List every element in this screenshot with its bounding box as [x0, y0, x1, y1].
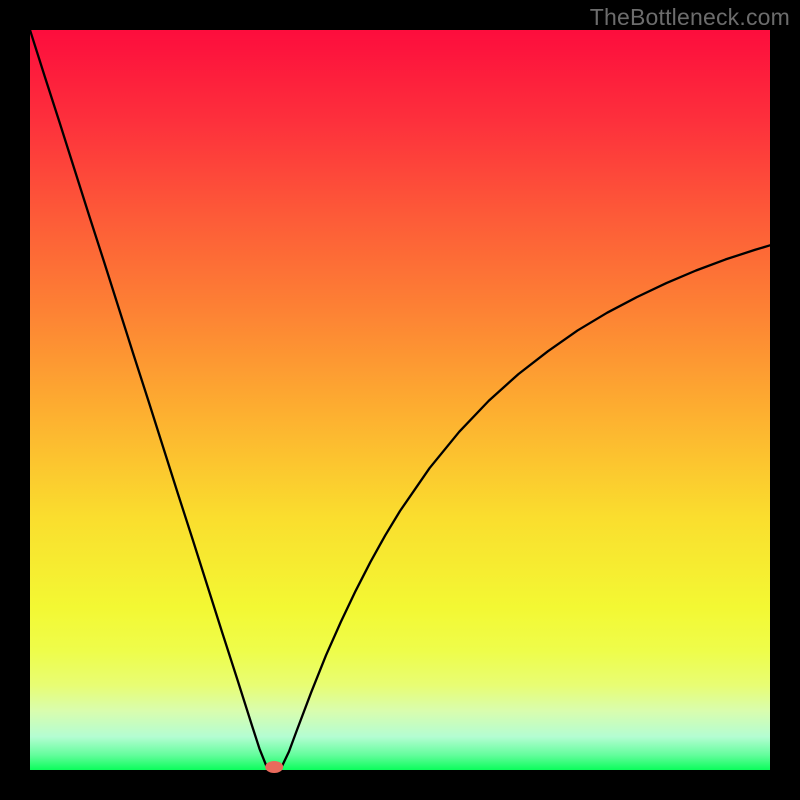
chart-frame: TheBottleneck.com	[0, 0, 800, 800]
gradient-background	[30, 30, 770, 770]
watermark-text: TheBottleneck.com	[590, 4, 790, 31]
bottleneck-chart	[0, 0, 800, 800]
vertex-marker	[265, 761, 283, 773]
